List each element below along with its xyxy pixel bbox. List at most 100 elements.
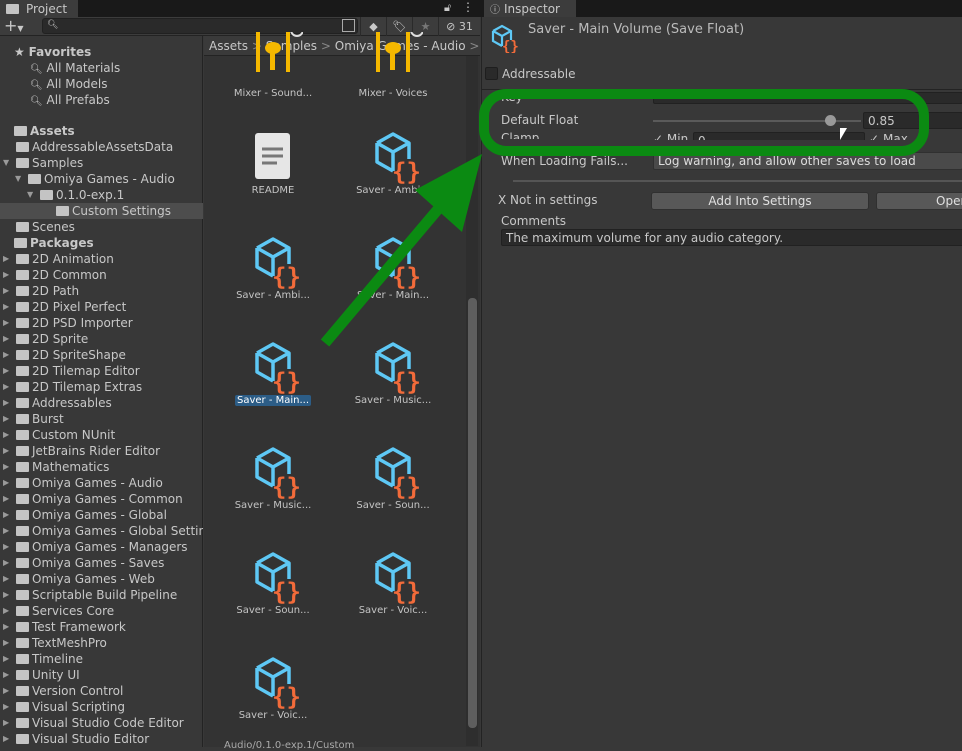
expand-arrow-icon[interactable]: ▶	[3, 251, 9, 267]
search-window-icon[interactable]	[342, 19, 355, 32]
tree-item[interactable]: ▶ 2D Path	[0, 283, 203, 299]
tab-project[interactable]: Project	[0, 0, 78, 17]
tree-item[interactable]: ▶ Omiya Games - Global Settings	[0, 523, 203, 539]
expand-arrow-icon[interactable]: ▶	[3, 587, 9, 603]
scrollbar-thumb[interactable]	[468, 298, 477, 728]
tree-item[interactable]: 🔍︎ All Prefabs	[0, 92, 203, 108]
add-into-settings-button[interactable]: Add Into Settings	[651, 192, 869, 210]
expand-arrow-icon[interactable]: ▶	[3, 475, 9, 491]
asset-item[interactable]: {} Saver - Soun...	[338, 444, 448, 514]
expand-arrow-icon[interactable]: ▶	[3, 347, 9, 363]
asset-item[interactable]: {} Saver - Music...	[218, 444, 328, 514]
expand-arrow-icon[interactable]: ▶	[3, 699, 9, 715]
expand-arrow-icon[interactable]: ▶	[3, 619, 9, 635]
asset-item[interactable]: {} Saver - Voic...	[338, 549, 448, 619]
expand-arrow-icon[interactable]: ▶	[3, 603, 9, 619]
default-float-field[interactable]: 0.85	[863, 112, 962, 129]
addressable-checkbox[interactable]	[485, 67, 498, 80]
expand-arrow-icon[interactable]: ▶	[3, 635, 9, 651]
tree-item[interactable]: ▼★ Favorites	[0, 44, 203, 60]
tree-item[interactable]: ▶ Visual Studio Code Editor	[0, 715, 203, 731]
tree-item[interactable]: ▶ Addressables	[0, 395, 203, 411]
expand-arrow-icon[interactable]: ▶	[3, 443, 9, 459]
collapse-arrow-icon[interactable]: ▼	[3, 155, 9, 171]
asset-item[interactable]: {} Saver - Soun...	[218, 549, 328, 619]
expand-arrow-icon[interactable]: ▶	[3, 651, 9, 667]
expand-arrow-icon[interactable]: ▶	[3, 459, 9, 475]
asset-item[interactable]: {} Saver - Ambi...	[338, 129, 448, 199]
expand-arrow-icon[interactable]: ▶	[3, 411, 9, 427]
collapse-arrow-icon[interactable]: ▼	[27, 187, 33, 203]
expand-arrow-icon[interactable]: ▶	[3, 507, 9, 523]
tree-item[interactable]: Custom Settings	[0, 203, 203, 219]
asset-item[interactable]: README	[218, 129, 328, 199]
asset-item[interactable]: {} Saver - Voic...	[218, 654, 328, 724]
asset-item[interactable]: Mixer - Sound...	[218, 32, 328, 102]
tree-item[interactable]: ▼ Samples	[0, 155, 203, 171]
expand-arrow-icon[interactable]: ▶	[3, 395, 9, 411]
asset-item[interactable]: {} Saver - Ambi...	[218, 234, 328, 304]
collapse-arrow-icon[interactable]: ▼	[15, 171, 21, 187]
tree-item[interactable]: ▶ 2D PSD Importer	[0, 315, 203, 331]
tree-item[interactable]: ▶ Omiya Games - Web	[0, 571, 203, 587]
comments-field[interactable]: The maximum volume for any audio categor…	[501, 229, 962, 246]
expand-arrow-icon[interactable]: ▶	[3, 555, 9, 571]
tree-item[interactable]: ▶ 2D Common	[0, 267, 203, 283]
expand-arrow-icon[interactable]: ▶	[3, 283, 9, 299]
tree-item[interactable]: ▶ Unity UI	[0, 667, 203, 683]
tree-item[interactable]: ▼Assets	[0, 123, 203, 139]
expand-arrow-icon[interactable]: ▶	[3, 539, 9, 555]
expand-arrow-icon[interactable]: ▶	[3, 427, 9, 443]
tree-item[interactable]: ▶ Mathematics	[0, 459, 203, 475]
expand-arrow-icon[interactable]: ▶	[3, 315, 9, 331]
expand-arrow-icon[interactable]: ▶	[3, 379, 9, 395]
add-create-button[interactable]: +▼	[4, 16, 24, 35]
tree-item[interactable]: 🔍︎ All Models	[0, 76, 203, 92]
tree-item[interactable]: ▶ Visual Studio Editor	[0, 731, 203, 747]
tree-item[interactable]: ▶ Scriptable Build Pipeline	[0, 587, 203, 603]
expand-arrow-icon[interactable]: ▶	[3, 731, 9, 747]
tab-inspector[interactable]: ⓘ Inspector	[484, 0, 576, 17]
key-field[interactable]: Main Volume	[653, 92, 962, 104]
min-checkbox[interactable]: ✓	[653, 132, 663, 140]
tree-item[interactable]: ▼ Omiya Games - Audio	[0, 171, 203, 187]
tree-item[interactable]: ▶ Visual Scripting	[0, 699, 203, 715]
asset-item[interactable]: Mixer - Voices	[338, 32, 448, 102]
tree-item[interactable]: ▶ 2D Animation	[0, 251, 203, 267]
asset-item[interactable]: {} Saver - Main...	[218, 339, 328, 409]
tree-item[interactable]: ▶ 2D Pixel Perfect	[0, 299, 203, 315]
asset-item[interactable]: {} Saver - Music...	[338, 339, 448, 409]
tree-item[interactable]: ▶ Services Core	[0, 603, 203, 619]
tree-item[interactable]: ▶ JetBrains Rider Editor	[0, 443, 203, 459]
expand-arrow-icon[interactable]: ▶	[3, 267, 9, 283]
expand-arrow-icon[interactable]: ▶	[3, 667, 9, 683]
tree-item[interactable]: ▼Packages	[0, 235, 203, 251]
expand-arrow-icon[interactable]: ▶	[3, 331, 9, 347]
tree-item[interactable]: ▶ Omiya Games - Managers	[0, 539, 203, 555]
tree-item[interactable]: ▶ Omiya Games - Audio	[0, 475, 203, 491]
tree-item[interactable]: ▶ Timeline	[0, 651, 203, 667]
default-float-slider[interactable]	[653, 115, 861, 126]
expand-arrow-icon[interactable]: ▶	[3, 715, 9, 731]
expand-arrow-icon[interactable]: ▶	[3, 363, 9, 379]
tree-item[interactable]: ▶ Burst	[0, 411, 203, 427]
tree-item[interactable]: Scenes	[0, 219, 203, 235]
tree-item[interactable]: 🔍︎ All Materials	[0, 60, 203, 76]
open-button[interactable]: Open	[876, 192, 962, 210]
tree-item[interactable]: ▶ TextMeshPro	[0, 635, 203, 651]
tree-item[interactable]: ▶ 2D Sprite	[0, 331, 203, 347]
tree-item[interactable]: ▼ 0.1.0-exp.1	[0, 187, 203, 203]
tree-item[interactable]: ▶ Test Framework	[0, 619, 203, 635]
loading-fails-dropdown[interactable]: Log warning, and allow other saves to lo…	[653, 152, 962, 170]
expand-arrow-icon[interactable]: ▶	[3, 299, 9, 315]
expand-arrow-icon[interactable]: ▶	[3, 683, 9, 699]
asset-item[interactable]: {} Saver - Main...	[338, 234, 448, 304]
expand-arrow-icon[interactable]: ▶	[3, 523, 9, 539]
tree-item[interactable]: ▶ 2D SpriteShape	[0, 347, 203, 363]
max-checkbox[interactable]: ✓	[869, 132, 879, 140]
tree-item[interactable]: ▶ Custom NUnit	[0, 427, 203, 443]
tree-item[interactable]: ▶ Version Control	[0, 683, 203, 699]
tree-item[interactable]: ▶ 2D Tilemap Editor	[0, 363, 203, 379]
tree-item[interactable]: ▶ Omiya Games - Saves	[0, 555, 203, 571]
lock-icon[interactable]: 🔓︎	[444, 1, 451, 15]
